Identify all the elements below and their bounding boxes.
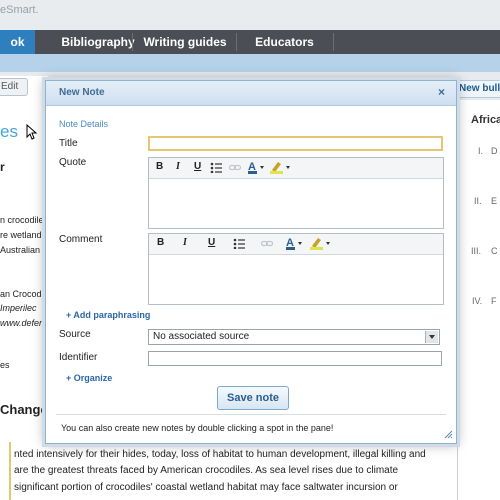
text-focus-border [9,442,11,500]
dialog-divider [56,414,446,415]
outline-item-letter: C [491,246,498,256]
source-label: Source [59,329,91,340]
pane-text-line: Australian [0,245,41,255]
comment-label: Comment [59,234,103,245]
add-paraphrasing-link[interactable]: + Add paraphrasing [66,310,150,320]
pane-text-line: Imperilec [0,303,37,313]
dialog-title: New Note [59,87,105,98]
title-label: Title [59,138,78,149]
outline-item[interactable]: III. [471,246,481,256]
organize-link[interactable]: + Organize [66,373,112,383]
pane-text-line: re wetland [0,230,42,240]
italic-button[interactable]: I [183,237,187,248]
quote-editor[interactable]: B I U A [148,157,444,229]
underline-button[interactable]: U [208,237,215,248]
tab-notebook[interactable]: ok [0,30,35,54]
outline-item-letter: F [491,296,497,306]
source-select[interactable]: No associated source [148,329,440,345]
quote-label: Quote [59,157,87,168]
quote-toolbar: B I U A [149,158,443,179]
title-input[interactable] [148,136,443,151]
comment-toolbar: B I U A [149,234,443,255]
comment-editor[interactable]: B I U A [148,233,444,305]
bold-button[interactable]: B [157,237,164,248]
body-text-line: are the greatest threats faced by Americ… [14,465,399,476]
identifier-input[interactable] [148,351,442,366]
pane-text-line: es [0,360,10,370]
dialog-header[interactable]: New Note × [46,81,456,106]
new-bullet-button[interactable]: New bulle [455,80,500,98]
top-band: eSmart. [0,0,500,30]
outline-item-letter: E [491,196,498,206]
pane-text-line: n crocodile [0,215,44,225]
save-note-button[interactable]: Save note [217,386,289,410]
outline-item[interactable]: I. [478,146,483,156]
main-nav: ok Bibliography Writing guides Educators [0,30,500,54]
body-text-line: nted intensively for their hides, today,… [14,449,426,460]
close-icon[interactable]: × [438,85,445,99]
bullet-list-icon[interactable] [233,238,245,249]
source-select-value: No associated source [153,331,250,342]
note-details-label: Note Details [59,119,109,129]
sub-bar [0,54,500,72]
italic-button[interactable]: I [176,161,180,172]
underline-button[interactable]: U [194,161,201,172]
identifier-label: Identifier [59,352,98,363]
mouse-pointer-icon [26,124,38,140]
document-body: nted intensively for their hides, today,… [0,442,500,500]
section-heading: Change [0,402,48,417]
font-color-icon[interactable]: A [248,160,266,175]
brand-logo: eSmart. [0,4,39,16]
tab-educators[interactable]: Educators [237,30,332,54]
pane-heading: es [0,122,18,141]
link-icon[interactable] [261,240,273,248]
new-note-dialog: New Note × Note Details Title Quote B I … [45,80,457,444]
chevron-down-icon[interactable] [425,331,438,343]
font-color-icon[interactable]: A [286,236,304,251]
outline-pane: Africa I. D II. E III. C IV. F [457,100,500,500]
pane-text-line: www.defenc [0,318,48,328]
outline-item-letter: D [491,146,498,156]
nav-divider [333,33,334,51]
pane-text-line: an Crocodi [0,289,44,299]
outline-item[interactable]: IV. [472,296,482,306]
link-icon[interactable] [229,164,241,172]
pane-subheading: r [0,160,5,174]
resize-handle-icon[interactable] [444,430,453,439]
bullet-list-icon[interactable] [210,162,222,173]
edit-button[interactable]: Edit [0,78,28,96]
dialog-hint: You can also create new notes by double … [61,423,334,433]
highlight-icon[interactable] [310,236,332,251]
outline-heading: Africa [471,114,500,126]
highlight-icon[interactable] [270,160,292,175]
notecards-pane: Edit es r n crocodile re wetland Austral… [0,76,48,500]
body-text-line: significant portion of crocodiles' coast… [14,482,398,493]
outline-item[interactable]: II. [474,196,482,206]
bold-button[interactable]: B [156,161,163,172]
tab-writing-guides[interactable]: Writing guides [135,30,235,54]
nav-divider [132,33,133,51]
